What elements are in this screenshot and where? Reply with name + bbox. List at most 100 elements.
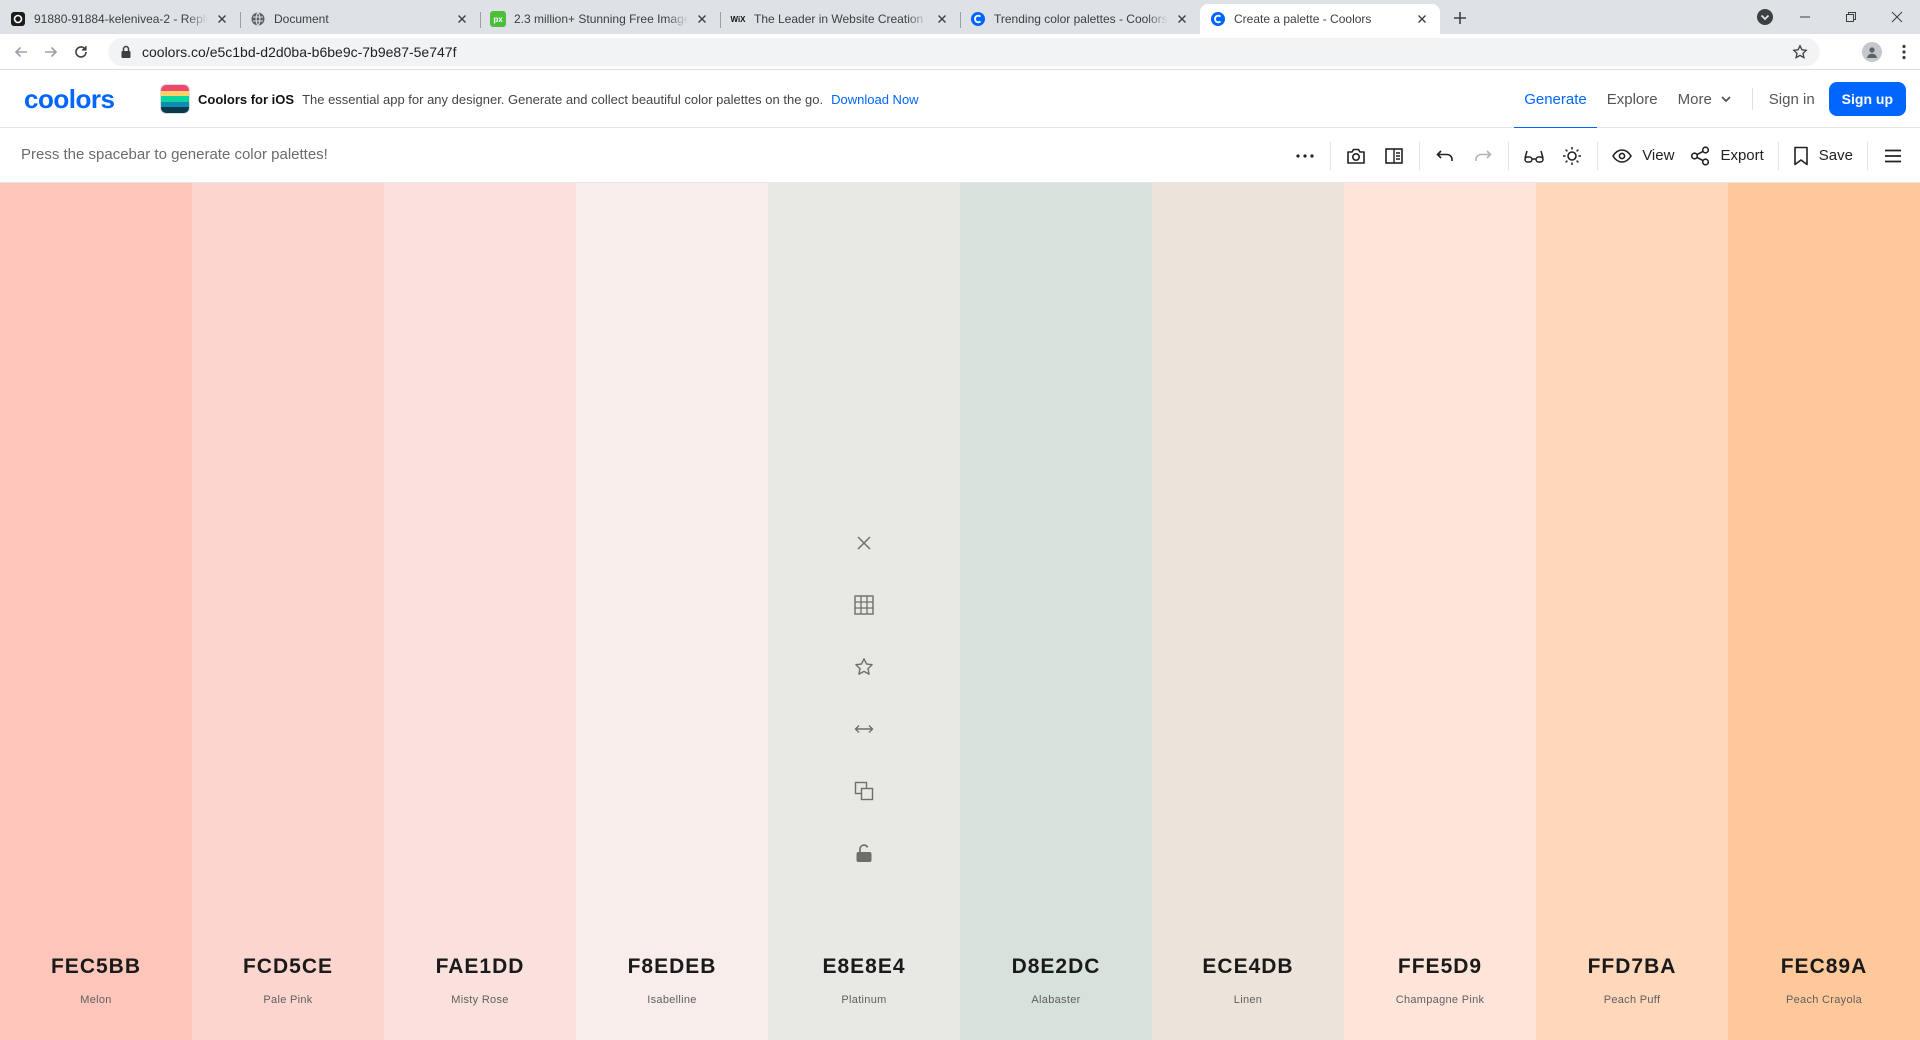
eye-icon — [1612, 148, 1633, 163]
swatch-hex[interactable]: D8E2DC — [960, 955, 1152, 979]
download-now-link[interactable]: Download Now — [831, 92, 918, 107]
view-label: View — [1642, 147, 1675, 164]
nav-more[interactable]: More — [1668, 70, 1742, 128]
view-layout-button[interactable] — [1375, 137, 1413, 175]
toolbar-divider — [1419, 141, 1421, 170]
color-swatch[interactable]: FFE5D9 Champagne Pink — [1344, 183, 1536, 1040]
redo-button[interactable] — [1464, 137, 1502, 175]
browser-tab[interactable]: px 2.3 million+ Stunning Free Images — [480, 4, 720, 34]
toolbar-divider — [1777, 141, 1779, 170]
new-tab-button[interactable] — [1446, 4, 1474, 32]
address-bar[interactable]: coolors.co/e5c1bd-d2d0ba-b6be9c-7b9e87-5… — [108, 38, 1820, 66]
save-label: Save — [1818, 147, 1853, 164]
save-color-button[interactable] — [849, 652, 879, 682]
browser-tab[interactable]: Trending color palettes - Coolors — [960, 4, 1200, 34]
save-button[interactable]: Save — [1785, 137, 1861, 175]
adjust-palette-button[interactable] — [1553, 137, 1591, 175]
drag-color-button[interactable] — [849, 714, 879, 744]
swatch-hex[interactable]: FEC89A — [1728, 955, 1920, 979]
swatch-hex[interactable]: FFE5D9 — [1344, 955, 1536, 979]
toolbar-divider — [1508, 141, 1510, 170]
swatch-hex[interactable]: FFD7BA — [1536, 955, 1728, 979]
swatch-hex[interactable]: FCD5CE — [192, 955, 384, 979]
reload-button[interactable] — [67, 38, 95, 66]
browser-tab-active[interactable]: Create a palette - Coolors — [1200, 4, 1440, 34]
browser-tab[interactable]: 91880-91884-kelenivea-2 - Replit — [0, 4, 240, 34]
color-swatch[interactable]: FEC5BB Melon — [0, 183, 192, 1040]
close-tab-icon[interactable] — [694, 11, 710, 27]
browser-menu-button[interactable] — [1888, 38, 1920, 66]
profile-button[interactable] — [1856, 38, 1888, 66]
color-swatch[interactable]: ECE4DB Linen — [1152, 183, 1344, 1040]
tab-title: Trending color palettes - Coolors — [994, 12, 1168, 26]
globe-icon — [250, 11, 266, 27]
more-horizontal-icon — [1296, 153, 1314, 158]
restore-button[interactable] — [1828, 0, 1874, 34]
color-swatch[interactable]: FFD7BA Peach Puff — [1536, 183, 1728, 1040]
promo-app-name: Coolors for iOS — [198, 91, 295, 107]
wix-icon: WiX — [730, 14, 746, 24]
browser-tab-strip: 91880-91884-kelenivea-2 - Replit Documen… — [0, 0, 1920, 34]
swatch-hex[interactable]: ECE4DB — [1152, 955, 1344, 979]
site-header: coolors Coolors for iOS The essential ap… — [0, 70, 1920, 129]
color-swatch[interactable]: F8EDEB Isabelline — [576, 183, 768, 1040]
close-tab-icon[interactable] — [1414, 11, 1430, 27]
redo-icon — [1475, 149, 1492, 161]
swatch-hex[interactable]: FEC5BB — [0, 955, 192, 979]
close-tab-icon[interactable] — [454, 11, 470, 27]
lock-color-button[interactable] — [849, 838, 879, 868]
color-swatch[interactable]: D8E2DC Alabaster — [960, 183, 1152, 1040]
nav-more-label: More — [1677, 90, 1712, 108]
sign-up-button[interactable]: Sign up — [1828, 82, 1906, 116]
back-button[interactable] — [7, 38, 35, 66]
swatch-name: Linen — [1233, 994, 1263, 1006]
tab-title: Document — [274, 12, 329, 26]
main-nav: Generate Explore More Sign in Sign up — [1514, 70, 1906, 129]
coolors-logo[interactable]: coolors — [24, 84, 115, 115]
hamburger-icon — [1885, 149, 1901, 162]
menu-button[interactable] — [1874, 137, 1912, 175]
bookmark-star-icon[interactable] — [1792, 44, 1808, 60]
tab-search-button[interactable] — [1756, 8, 1774, 26]
view-shades-button[interactable] — [849, 590, 879, 620]
undo-button[interactable] — [1426, 137, 1464, 175]
color-swatch-hovered[interactable]: E8E8E4 Platinum — [768, 183, 960, 1040]
color-swatch[interactable]: FCD5CE Pale Pink — [192, 183, 384, 1040]
swatch-name: Alabaster — [1031, 994, 1081, 1006]
color-swatch[interactable]: FEC89A Peach Crayola — [1728, 183, 1920, 1040]
nav-generate[interactable]: Generate — [1514, 70, 1597, 129]
color-blindness-button[interactable] — [1515, 137, 1553, 175]
camera-button[interactable] — [1337, 137, 1375, 175]
copy-hex-button[interactable] — [849, 776, 879, 806]
swatch-hex[interactable]: F8EDEB — [576, 955, 768, 979]
browser-tab[interactable]: WiX The Leader in Website Creation | Wix — [720, 4, 960, 34]
close-tab-icon[interactable] — [934, 11, 950, 27]
swatch-name: Melon — [80, 994, 112, 1006]
swatch-name: Pale Pink — [263, 994, 313, 1006]
more-options-button[interactable] — [1286, 137, 1324, 175]
forward-button[interactable] — [37, 38, 65, 66]
arrow-left-icon — [14, 46, 27, 57]
ios-promo-banner[interactable]: Coolors for iOS The essential app for an… — [160, 84, 919, 114]
generator-toolbar: Press the spacebar to generate color pal… — [0, 128, 1920, 183]
export-button[interactable]: Export — [1682, 137, 1771, 175]
close-tab-icon[interactable] — [214, 11, 230, 27]
sign-in-link[interactable]: Sign in — [1763, 70, 1821, 128]
remove-color-button[interactable] — [849, 528, 879, 558]
color-swatch[interactable]: FAE1DD Misty Rose — [384, 183, 576, 1040]
minimize-button[interactable] — [1782, 0, 1828, 34]
restore-icon — [1846, 12, 1856, 22]
avatar — [1862, 42, 1882, 62]
view-button[interactable]: View — [1604, 137, 1682, 175]
swatch-hex[interactable]: FAE1DD — [384, 955, 576, 979]
swatch-hex[interactable]: E8E8E4 — [768, 955, 960, 979]
kebab-menu-icon — [1902, 44, 1906, 60]
browser-tab[interactable]: Document — [240, 4, 480, 34]
nav-explore[interactable]: Explore — [1597, 70, 1668, 128]
close-window-button[interactable] — [1874, 0, 1920, 34]
swatch-tools — [768, 528, 960, 900]
swatch-name: Peach Crayola — [1785, 994, 1863, 1006]
sun-icon — [1563, 146, 1582, 165]
close-tab-icon[interactable] — [1174, 11, 1190, 27]
replit-icon — [10, 11, 26, 27]
